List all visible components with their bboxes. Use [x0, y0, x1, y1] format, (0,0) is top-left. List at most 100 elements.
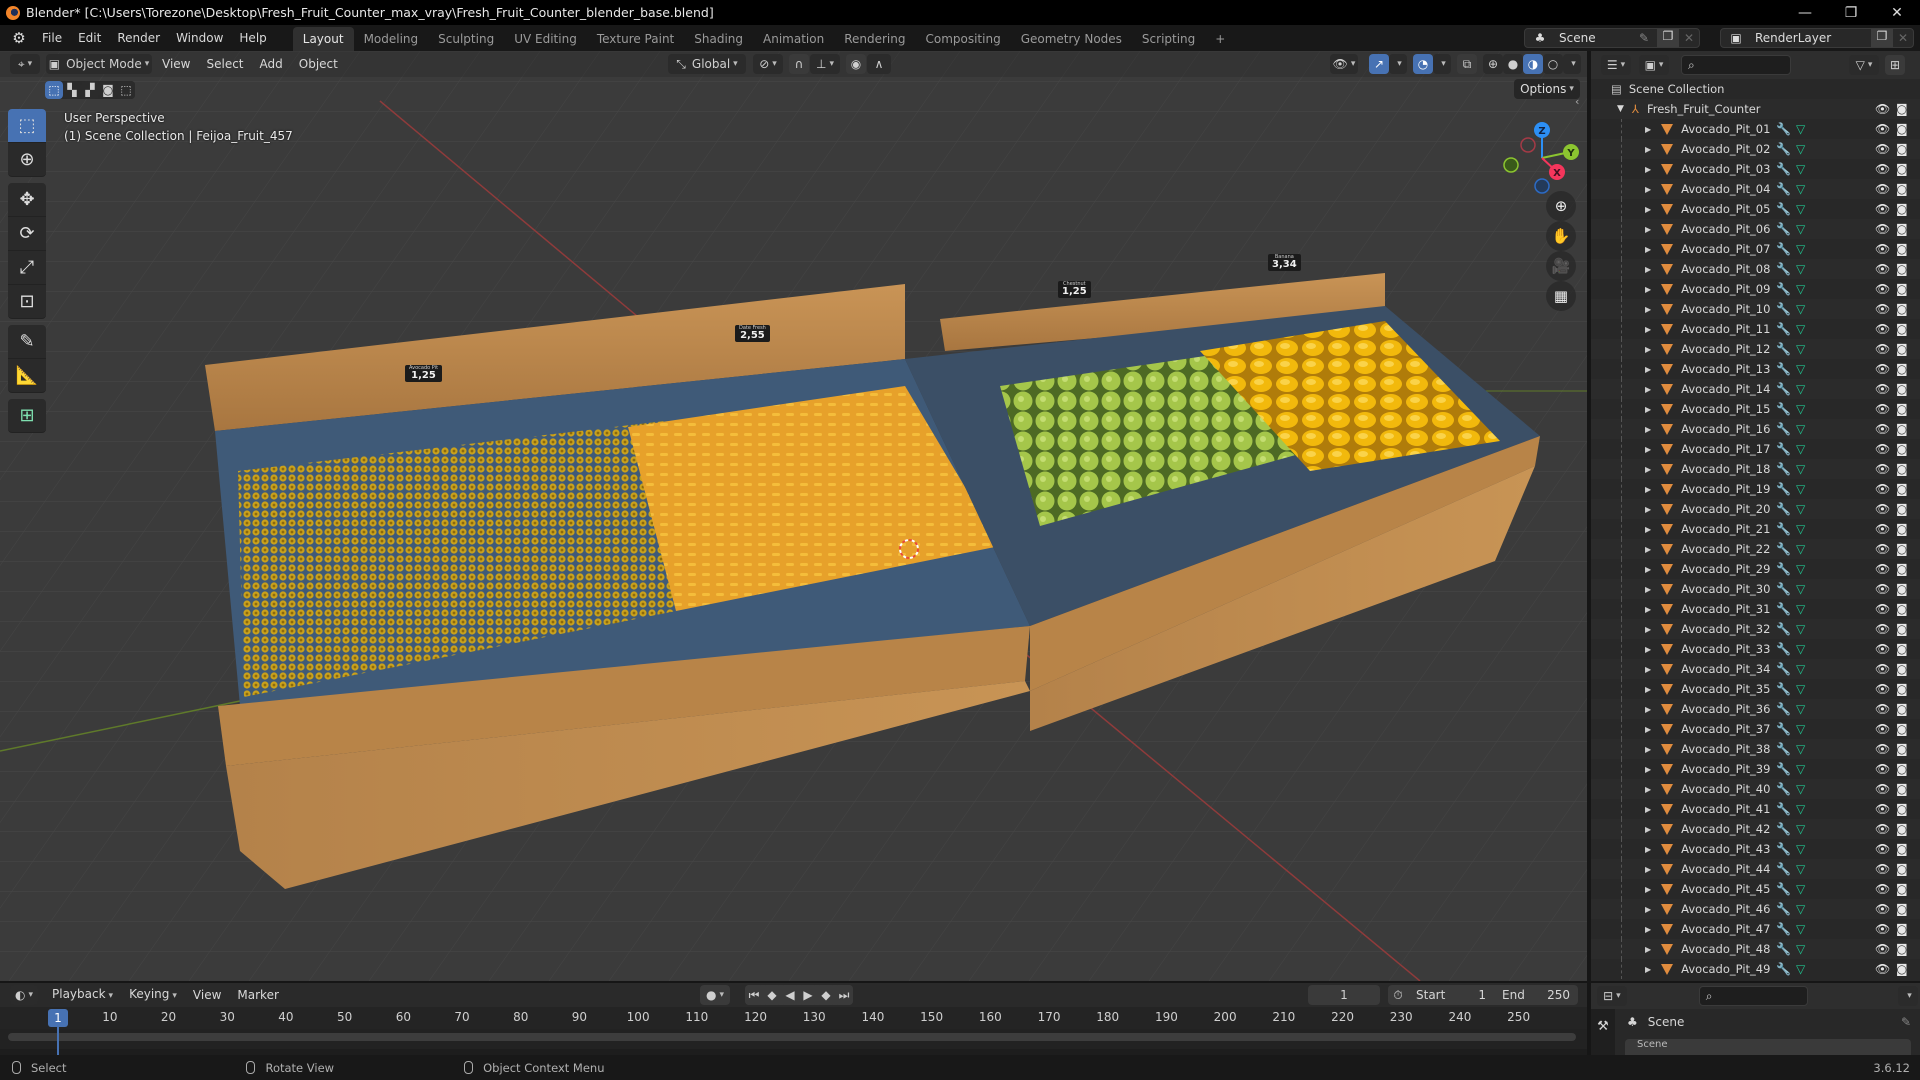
visibility-eye-icon[interactable]: 👁	[1875, 582, 1890, 596]
expand-arrow-right-icon[interactable]: ▶	[1645, 325, 1651, 334]
expand-arrow-right-icon[interactable]: ▶	[1645, 745, 1651, 754]
visibility-eye-icon[interactable]: 👁	[1875, 802, 1890, 816]
mesh-data-icon[interactable]: ▽	[1796, 942, 1805, 956]
timeline-view-menu[interactable]: View	[185, 982, 229, 1008]
outliner-object-row[interactable]: ▶ Avocado_Pit_38 🔧 ▽ 👁 ◙	[1591, 739, 1920, 759]
outliner-object-row[interactable]: ▶ Avocado_Pit_08 🔧 ▽ 👁 ◙	[1591, 259, 1920, 279]
overlay-options-dropdown[interactable]: ▾	[1433, 54, 1451, 74]
visibility-eye-icon[interactable]: 👁	[1875, 102, 1890, 116]
visibility-eye-icon[interactable]: 👁	[1875, 202, 1890, 216]
outliner-object-row[interactable]: ▶ Avocado_Pit_19 🔧 ▽ 👁 ◙	[1591, 479, 1920, 499]
visibility-eye-icon[interactable]: 👁	[1875, 822, 1890, 836]
mesh-data-icon[interactable]: ▽	[1796, 822, 1805, 836]
outliner-object-row[interactable]: ▶ Avocado_Pit_48 🔧 ▽ 👁 ◙	[1591, 939, 1920, 959]
modifier-wrench-icon[interactable]: 🔧	[1776, 882, 1791, 896]
outliner-object-row[interactable]: ▶ Avocado_Pit_18 🔧 ▽ 👁 ◙	[1591, 459, 1920, 479]
expand-arrow-right-icon[interactable]: ▶	[1645, 585, 1651, 594]
mesh-data-icon[interactable]: ▽	[1796, 562, 1805, 576]
modifier-wrench-icon[interactable]: 🔧	[1776, 662, 1791, 676]
annotate-tool[interactable]: ✎	[8, 325, 46, 359]
render-camera-icon[interactable]: ◙	[1896, 742, 1908, 756]
mesh-data-icon[interactable]: ▽	[1796, 202, 1805, 216]
visibility-eye-icon[interactable]: 👁	[1875, 742, 1890, 756]
expand-arrow-right-icon[interactable]: ▶	[1645, 185, 1651, 194]
mesh-data-icon[interactable]: ▽	[1796, 962, 1805, 976]
render-camera-icon[interactable]: ◙	[1896, 542, 1908, 556]
modifier-wrench-icon[interactable]: 🔧	[1776, 522, 1791, 536]
play-button[interactable]: ▶	[799, 985, 817, 1005]
outliner-object-row[interactable]: ▶ Avocado_Pit_45 🔧 ▽ 👁 ◙	[1591, 879, 1920, 899]
render-camera-icon[interactable]: ◙	[1896, 102, 1908, 116]
rendered-shading-button[interactable]: ○	[1543, 54, 1563, 74]
tab-rendering[interactable]: Rendering	[834, 27, 915, 51]
expand-arrow-right-icon[interactable]: ▶	[1645, 765, 1651, 774]
modifier-wrench-icon[interactable]: 🔧	[1776, 962, 1791, 976]
modifier-wrench-icon[interactable]: 🔧	[1776, 802, 1791, 816]
expand-arrow-right-icon[interactable]: ▶	[1645, 125, 1651, 134]
render-camera-icon[interactable]: ◙	[1896, 402, 1908, 416]
outliner-object-row[interactable]: ▶ Avocado_Pit_44 🔧 ▽ 👁 ◙	[1591, 859, 1920, 879]
render-camera-icon[interactable]: ◙	[1896, 822, 1908, 836]
properties-editor-type[interactable]: ⊟ ▾	[1597, 986, 1627, 1006]
render-camera-icon[interactable]: ◙	[1896, 922, 1908, 936]
visibility-eye-icon[interactable]: 👁	[1875, 362, 1890, 376]
outliner-object-row[interactable]: ▶ Avocado_Pit_49 🔧 ▽ 👁 ◙	[1591, 959, 1920, 979]
visibility-eye-icon[interactable]: 👁	[1875, 162, 1890, 176]
expand-arrow-right-icon[interactable]: ▶	[1645, 205, 1651, 214]
render-camera-icon[interactable]: ◙	[1896, 522, 1908, 536]
mesh-data-icon[interactable]: ▽	[1796, 722, 1805, 736]
mesh-data-icon[interactable]: ▽	[1796, 642, 1805, 656]
options-dropdown[interactable]: Options ▾	[1514, 79, 1580, 99]
pan-view-button[interactable]: ✋	[1546, 221, 1576, 251]
outliner-object-row[interactable]: ▶ Avocado_Pit_12 🔧 ▽ 👁 ◙	[1591, 339, 1920, 359]
visibility-eye-icon[interactable]: 👁	[1875, 182, 1890, 196]
viewport-menu-object[interactable]: Object	[291, 51, 346, 77]
modifier-wrench-icon[interactable]: 🔧	[1776, 402, 1791, 416]
visibility-eye-icon[interactable]: 👁	[1875, 522, 1890, 536]
restore-button[interactable]: ❐	[1828, 5, 1874, 21]
visibility-eye-icon[interactable]: 👁	[1875, 882, 1890, 896]
visibility-eye-icon[interactable]: 👁	[1875, 762, 1890, 776]
modifier-wrench-icon[interactable]: 🔧	[1776, 862, 1791, 876]
mesh-data-icon[interactable]: ▽	[1796, 382, 1805, 396]
gizmo-neg-z[interactable]	[1534, 178, 1550, 194]
mesh-data-icon[interactable]: ▽	[1796, 302, 1805, 316]
mesh-data-icon[interactable]: ▽	[1796, 462, 1805, 476]
visibility-eye-icon[interactable]: 👁	[1875, 602, 1890, 616]
expand-arrow-right-icon[interactable]: ▶	[1645, 265, 1651, 274]
view-layer-selector[interactable]: ▣ RenderLayer ❐ ✕	[1720, 28, 1914, 48]
mesh-data-icon[interactable]: ▽	[1796, 842, 1805, 856]
sidebar-toggle-arrow[interactable]: ‹	[1575, 95, 1579, 108]
render-camera-icon[interactable]: ◙	[1896, 702, 1908, 716]
render-camera-icon[interactable]: ◙	[1896, 842, 1908, 856]
render-camera-icon[interactable]: ◙	[1896, 942, 1908, 956]
expand-arrow-right-icon[interactable]: ▶	[1645, 545, 1651, 554]
next-keyframe-button[interactable]: ◆	[817, 985, 835, 1005]
tool-tab-icon[interactable]: ⚒	[1591, 1019, 1615, 1034]
outliner-object-row[interactable]: ▶ Avocado_Pit_13 🔧 ▽ 👁 ◙	[1591, 359, 1920, 379]
render-camera-icon[interactable]: ◙	[1896, 282, 1908, 296]
expand-arrow-right-icon[interactable]: ▶	[1645, 905, 1651, 914]
render-camera-icon[interactable]: ◙	[1896, 342, 1908, 356]
render-camera-icon[interactable]: ◙	[1896, 962, 1908, 976]
mesh-data-icon[interactable]: ▽	[1796, 242, 1805, 256]
expand-arrow-right-icon[interactable]: ▶	[1645, 665, 1651, 674]
modifier-wrench-icon[interactable]: 🔧	[1776, 282, 1791, 296]
new-view-layer-icon[interactable]: ❐	[1871, 29, 1893, 47]
visibility-eye-icon[interactable]: 👁	[1875, 342, 1890, 356]
new-scene-icon[interactable]: ❐	[1657, 29, 1679, 47]
scale-tool[interactable]: ⤢	[8, 251, 46, 285]
render-camera-icon[interactable]: ◙	[1896, 602, 1908, 616]
render-camera-icon[interactable]: ◙	[1896, 462, 1908, 476]
tab-sculpting[interactable]: Sculpting	[428, 27, 504, 51]
render-camera-icon[interactable]: ◙	[1896, 202, 1908, 216]
outliner-editor-type[interactable]: ☰ ▾	[1601, 55, 1631, 75]
outliner-object-row[interactable]: ▶ Avocado_Pit_41 🔧 ▽ 👁 ◙	[1591, 799, 1920, 819]
outliner-object-row[interactable]: ▶ Avocado_Pit_17 🔧 ▽ 👁 ◙	[1591, 439, 1920, 459]
outliner-object-row[interactable]: ▶ Avocado_Pit_15 🔧 ▽ 👁 ◙	[1591, 399, 1920, 419]
modifier-wrench-icon[interactable]: 🔧	[1776, 782, 1791, 796]
render-camera-icon[interactable]: ◙	[1896, 242, 1908, 256]
marker-menu[interactable]: Marker	[229, 982, 286, 1008]
timeline-editor-type[interactable]: ◐ ▾	[10, 985, 38, 1005]
modifier-wrench-icon[interactable]: 🔧	[1776, 462, 1791, 476]
